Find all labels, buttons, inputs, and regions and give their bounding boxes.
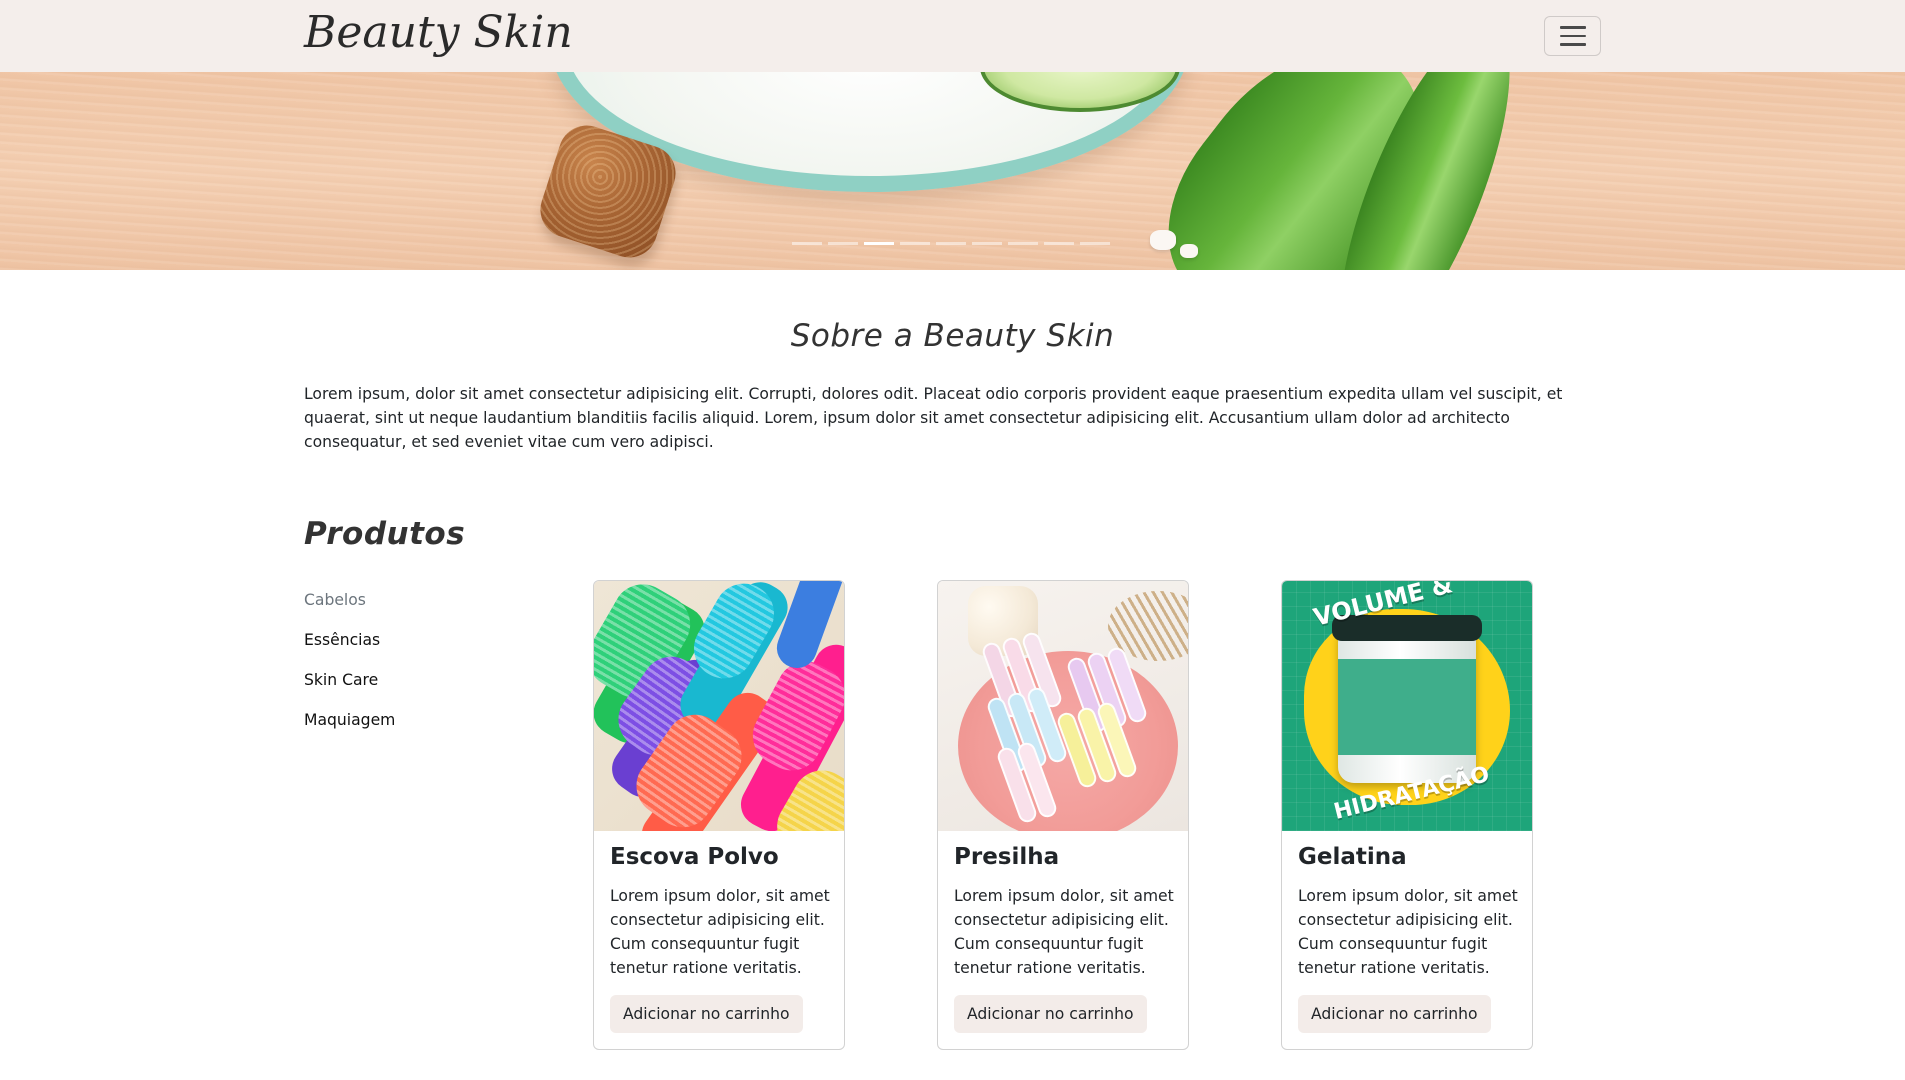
product-title: Escova Polvo xyxy=(610,844,779,870)
product-image-presilha xyxy=(938,581,1188,831)
about-title: Sobre a Beauty Skin xyxy=(790,318,1115,354)
product-description: Lorem ipsum dolor, sit amet consectetur … xyxy=(1298,887,1518,977)
carousel-indicator[interactable] xyxy=(936,242,966,245)
products-title: Produtos xyxy=(304,516,466,552)
hamburger-icon xyxy=(1559,26,1586,29)
category-list: Cabelos Essências Skin Care Maquiagem xyxy=(304,588,395,748)
carousel-indicator[interactable] xyxy=(1044,242,1074,245)
add-to-cart-button[interactable]: Adicionar no carrinho xyxy=(610,995,803,1033)
brand-logo[interactable]: Beauty Skin xyxy=(304,7,573,58)
navbar: Beauty Skin xyxy=(0,0,1905,72)
product-card: Escova Polvo Lorem ipsum dolor, sit amet… xyxy=(593,580,845,1050)
category-link-cabelos[interactable]: Cabelos xyxy=(304,588,395,628)
carousel-indicator[interactable] xyxy=(828,242,858,245)
carousel-indicator[interactable] xyxy=(1080,242,1110,245)
about-text: Lorem ipsum, dolor sit amet consectetur … xyxy=(304,385,1563,451)
hero-carousel xyxy=(0,72,1905,270)
product-title: Gelatina xyxy=(1298,844,1407,870)
category-link-essencias[interactable]: Essências xyxy=(304,628,395,668)
carousel-indicator[interactable] xyxy=(972,242,1002,245)
category-link-maquiagem[interactable]: Maquiagem xyxy=(304,708,395,748)
product-image-gelatina: VOLUME & HIDRATAÇÃO xyxy=(1282,581,1532,831)
product-title: Presilha xyxy=(954,844,1060,870)
add-to-cart-button[interactable]: Adicionar no carrinho xyxy=(1298,995,1491,1033)
product-description: Lorem ipsum dolor, sit amet consectetur … xyxy=(954,887,1174,977)
product-card: VOLUME & HIDRATAÇÃO Gelatina Lorem ipsum… xyxy=(1281,580,1533,1050)
product-description: Lorem ipsum dolor, sit amet consectetur … xyxy=(610,887,830,977)
carousel-indicator[interactable] xyxy=(900,242,930,245)
carousel-indicator[interactable] xyxy=(1008,242,1038,245)
carousel-indicators xyxy=(792,242,1110,245)
carousel-indicator-active[interactable] xyxy=(864,242,894,245)
add-to-cart-button[interactable]: Adicionar no carrinho xyxy=(954,995,1147,1033)
category-link-skin-care[interactable]: Skin Care xyxy=(304,668,395,708)
navbar-toggler-button[interactable] xyxy=(1544,16,1601,56)
product-card: Presilha Lorem ipsum dolor, sit amet con… xyxy=(937,580,1189,1050)
carousel-indicator[interactable] xyxy=(792,242,822,245)
product-image-escova xyxy=(594,581,844,831)
